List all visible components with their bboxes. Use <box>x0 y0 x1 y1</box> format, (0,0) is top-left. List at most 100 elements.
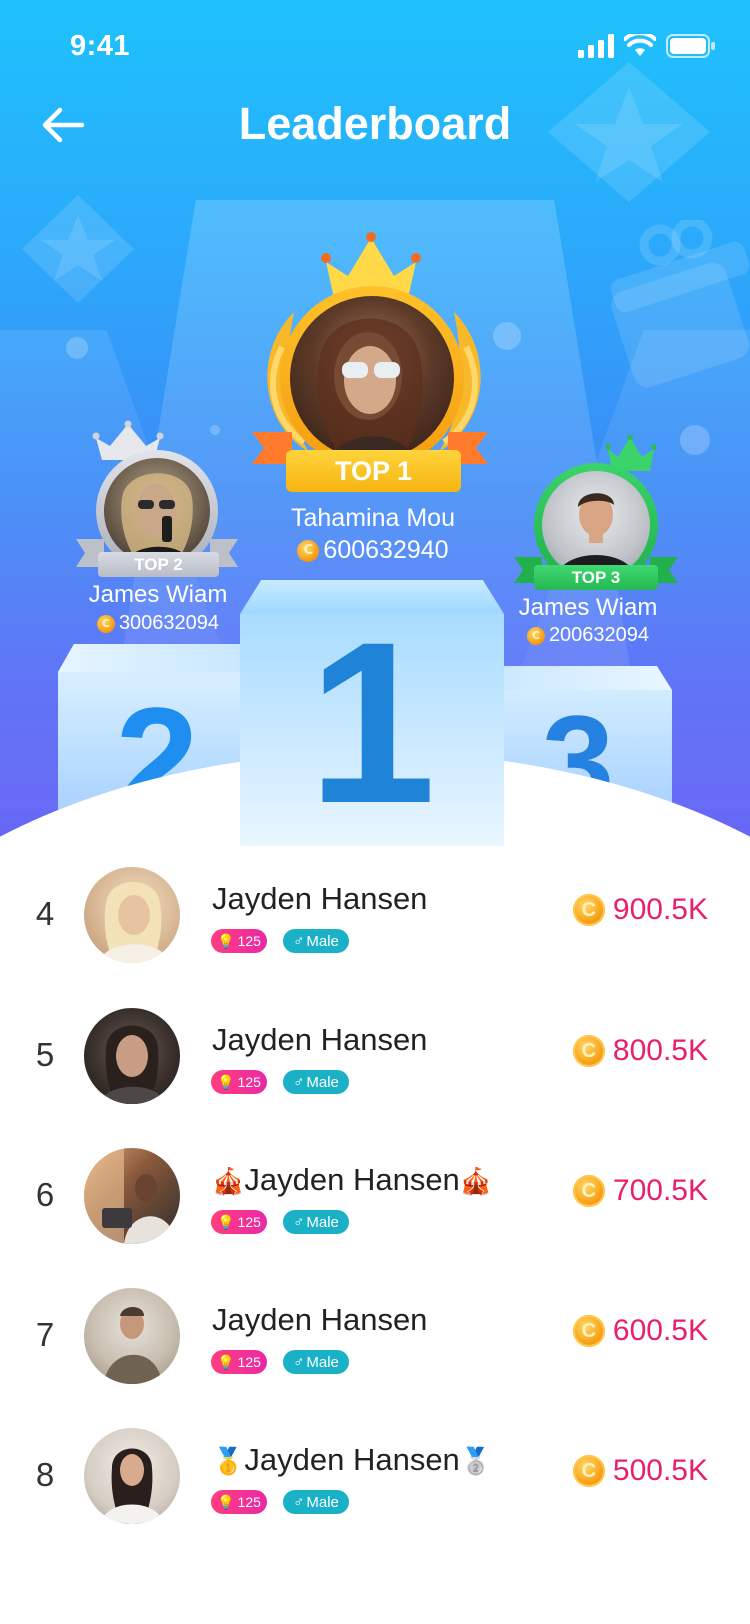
name-prefix-emoji: 🎪 <box>212 1166 245 1196</box>
list-item[interactable]: 8 🥇Jayden Hansen🥈 💡125 ♂Male 500.5K <box>0 1428 750 1558</box>
coin-icon <box>572 894 605 926</box>
status-bar: 9:41 <box>0 0 750 96</box>
avatar[interactable] <box>84 1008 180 1104</box>
rank-number: 6 <box>35 1176 55 1213</box>
male-icon: ♂ <box>293 1353 305 1371</box>
user-name: Jayden Hansen <box>212 1302 427 1338</box>
top3-name: James Wiam <box>518 594 658 621</box>
wifi-icon <box>624 34 656 56</box>
gender-value: Male <box>306 1213 339 1231</box>
podium-number-1-front: 1 <box>308 614 436 846</box>
user-name: 🎪Jayden Hansen🎪 <box>212 1162 492 1198</box>
gender-tag: ♂ Male <box>283 1210 349 1234</box>
list-item[interactable]: 7 Jayden Hansen 💡125 ♂Male 600.5K <box>0 1288 750 1418</box>
bubble-deco <box>493 322 521 350</box>
level-tag: 💡 125 <box>211 1210 267 1234</box>
amount-value: 700.5K <box>612 1174 708 1207</box>
user-name-text: Jayden Hansen <box>212 1302 428 1337</box>
top1-coin-value: 600632940 <box>323 536 449 564</box>
coin-icon <box>572 1315 605 1347</box>
level-value: 125 <box>237 933 261 949</box>
name-suffix-emoji: 🥈 <box>459 1446 493 1476</box>
rank-number: 7 <box>35 1316 55 1353</box>
signal-icon <box>578 34 614 58</box>
list-item[interactable]: 4 Jayden Hansen 💡125 ♂Male 900.5K <box>0 867 750 997</box>
user-name-text: Jayden Hansen <box>244 1162 460 1197</box>
amount: 700.5K <box>572 1174 708 1208</box>
top2-coins: 300632094 <box>58 612 258 635</box>
user-name: 🥇Jayden Hansen🥈 <box>212 1442 492 1478</box>
rank-number: 5 <box>35 1036 55 1073</box>
list-item[interactable]: 5 Jayden Hansen 💡125 ♂Male 800.5K <box>0 1008 750 1138</box>
avatar[interactable] <box>84 867 180 963</box>
top2-badge: TOP 2 <box>98 552 219 577</box>
amount-value: 500.5K <box>612 1454 708 1487</box>
avatar[interactable] <box>84 1148 180 1244</box>
gender-value: Male <box>306 1493 339 1511</box>
bubble-deco <box>66 337 88 359</box>
gender-value: Male <box>306 1073 339 1091</box>
battery-icon <box>666 34 715 58</box>
user-name-text: Jayden Hansen <box>212 881 428 916</box>
level-value: 125 <box>237 1494 261 1510</box>
top2-name: James Wiam <box>88 581 228 608</box>
avatar[interactable] <box>84 1288 180 1384</box>
status-time: 9:41 <box>70 30 131 62</box>
level-tag: 💡 125 <box>211 929 267 953</box>
top3-coin-value: 200632094 <box>548 624 650 646</box>
amount: 600.5K <box>572 1314 708 1348</box>
bulb-icon: 💡 <box>217 1353 235 1370</box>
bulb-icon: 💡 <box>217 932 235 949</box>
gender-tag: ♂ Male <box>283 1490 349 1514</box>
level-tag: 💡 125 <box>211 1490 267 1514</box>
podium-block-1-front: 1 <box>240 614 504 846</box>
list-item[interactable]: 6 🎪Jayden Hansen🎪 💡125 ♂Male 700.5K <box>0 1148 750 1278</box>
top1-name: Tahamina Mou <box>291 504 455 532</box>
level-value: 125 <box>237 1214 261 1230</box>
name-suffix-emoji: 🎪 <box>459 1166 493 1196</box>
amount: 500.5K <box>572 1454 708 1488</box>
coin-icon <box>572 1035 605 1067</box>
avatar[interactable] <box>84 1428 180 1524</box>
gift-deco-icon <box>610 220 750 388</box>
user-name-text: Jayden Hansen <box>244 1442 460 1477</box>
gender-tag: ♂ Male <box>283 929 349 953</box>
gender-tag: ♂ Male <box>283 1350 349 1374</box>
bulb-icon: 💡 <box>217 1493 235 1510</box>
star-diamond-deco-icon <box>22 195 134 303</box>
male-icon: ♂ <box>293 1213 305 1231</box>
male-icon: ♂ <box>293 1073 305 1091</box>
amount: 900.5K <box>572 893 708 927</box>
rank-number: 8 <box>35 1456 55 1493</box>
coin-icon <box>526 626 545 645</box>
male-icon: ♂ <box>293 932 305 950</box>
coin-icon <box>572 1175 605 1207</box>
user-name: Jayden Hansen <box>212 1022 427 1058</box>
amount-value: 600.5K <box>612 1314 708 1347</box>
coin-icon <box>96 614 115 633</box>
name-prefix-emoji: 🥇 <box>212 1446 245 1476</box>
amount: 800.5K <box>572 1034 708 1068</box>
coin-icon <box>297 539 320 562</box>
bubble-deco <box>210 425 220 435</box>
top1-badge: TOP 1 <box>286 450 461 492</box>
bubble-deco <box>680 425 710 455</box>
level-tag: 💡 125 <box>211 1070 267 1094</box>
coin-icon <box>572 1455 605 1487</box>
bulb-icon: 💡 <box>217 1073 235 1090</box>
amount-value: 800.5K <box>612 1034 708 1067</box>
male-icon: ♂ <box>293 1493 305 1511</box>
gender-value: Male <box>306 932 339 950</box>
page-title: Leaderboard <box>238 98 512 149</box>
level-tag: 💡 125 <box>211 1350 267 1374</box>
top3-badge: TOP 3 <box>534 565 658 590</box>
gender-value: Male <box>306 1353 339 1371</box>
top2-coin-value: 300632094 <box>118 612 220 634</box>
user-name: Jayden Hansen <box>212 881 427 917</box>
top1-coins: 600632940 <box>223 536 523 565</box>
rank-number: 4 <box>35 895 55 932</box>
user-name-text: Jayden Hansen <box>212 1022 428 1057</box>
level-value: 125 <box>237 1354 261 1370</box>
top3-coins: 200632094 <box>488 624 688 647</box>
gender-tag: ♂ Male <box>283 1070 349 1094</box>
